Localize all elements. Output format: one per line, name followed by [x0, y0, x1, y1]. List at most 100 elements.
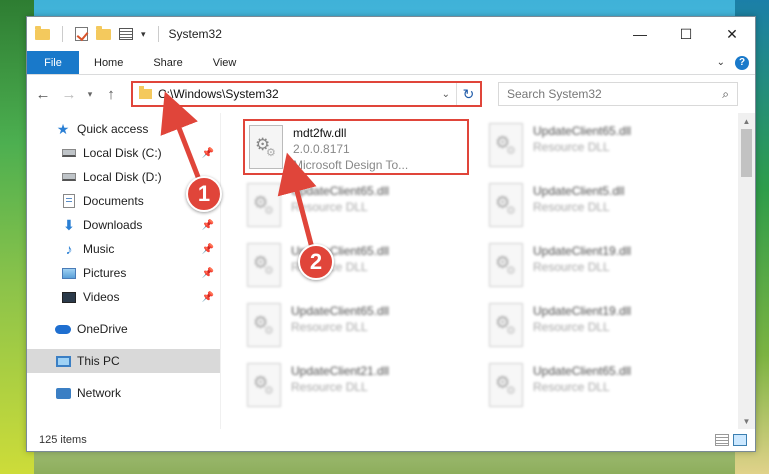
back-button[interactable]: ←	[33, 86, 53, 103]
dll-file-icon	[489, 183, 523, 227]
dll-file-icon	[247, 243, 281, 287]
toolbar-separator	[157, 26, 159, 42]
main-area: ★ Quick access Local Disk (C:) 📌 Local D…	[27, 113, 755, 429]
title-bar: ▾ System32 — ☐ ✕	[27, 17, 755, 51]
tiles-view-icon[interactable]	[733, 434, 747, 446]
pin-icon[interactable]: 📌	[202, 148, 214, 159]
forward-button[interactable]: →	[59, 86, 79, 103]
dll-file-icon	[489, 123, 523, 167]
file-item[interactable]: UpdateClient65.dll Resource DLL	[243, 179, 483, 235]
file-name: UpdateClient19.dll	[533, 244, 632, 258]
address-dropdown-icon[interactable]: ⌄	[442, 89, 450, 100]
file-item-mdt2fw[interactable]: mdt2fw.dll 2.0.0.8171 Microsoft Design T…	[243, 119, 469, 175]
pin-icon[interactable]: 📌	[202, 268, 214, 279]
search-box[interactable]: ⌕	[498, 82, 738, 106]
pin-icon[interactable]: 📌	[202, 244, 214, 255]
address-path[interactable]: C:\Windows\System32	[158, 87, 279, 101]
ribbon-tabs: File Home Share View ⌄ ?	[27, 51, 755, 75]
recent-locations-icon[interactable]: ▾	[85, 89, 95, 100]
file-type: Resource DLL	[291, 200, 368, 214]
file-name: UpdateClient65.dll	[533, 364, 632, 378]
pictures-icon	[62, 267, 76, 279]
file-type: Resource DLL	[291, 380, 368, 394]
sidebar-item-label: Music	[83, 242, 115, 256]
address-bar[interactable]: C:\Windows\System32 ⌄ ↻	[131, 81, 482, 107]
minimize-button[interactable]: —	[617, 17, 663, 51]
file-type: Resource DLL	[533, 260, 610, 274]
documents-icon	[63, 194, 75, 208]
file-item[interactable]: UpdateClient19.dll Resource DLL	[485, 239, 725, 295]
dll-file-icon	[247, 183, 281, 227]
file-item[interactable]: UpdateClient65.dll Resource DLL	[485, 119, 725, 175]
close-button[interactable]: ✕	[709, 17, 755, 51]
sidebar-item-music[interactable]: ♪ Music 📌	[27, 237, 220, 261]
maximize-button[interactable]: ☐	[663, 17, 709, 51]
network-icon	[55, 387, 71, 399]
file-item[interactable]: UpdateClient21.dll Resource DLL	[243, 359, 483, 415]
navigation-pane: ★ Quick access Local Disk (C:) 📌 Local D…	[27, 113, 221, 429]
file-item[interactable]: UpdateClient65.dll Resource DLL	[485, 359, 725, 415]
sidebar-item-label: Downloads	[83, 218, 143, 232]
search-icon[interactable]: ⌕	[722, 87, 729, 102]
scroll-up-icon[interactable]: ▲	[738, 113, 755, 129]
window-controls: — ☐ ✕	[617, 17, 755, 51]
sidebar-item-videos[interactable]: Videos 📌	[27, 285, 220, 309]
details-view-icon[interactable]	[715, 434, 729, 446]
sidebar-item-quick-access[interactable]: ★ Quick access	[27, 117, 220, 141]
file-item[interactable]: UpdateClient65.dll Resource DLL	[243, 299, 483, 355]
file-description: Microsoft Design To...	[293, 158, 409, 172]
dll-file-icon	[489, 363, 523, 407]
vertical-scrollbar[interactable]: ▲ ▼	[738, 113, 755, 429]
callout-badge-1: 1	[186, 176, 222, 212]
new-folder-icon[interactable]	[96, 25, 111, 40]
file-item[interactable]: UpdateClient65.dll Resource DLL	[243, 239, 483, 295]
navigation-bar: ← → ▾ ↑ C:\Windows\System32 ⌄ ↻ ⌕	[27, 75, 755, 113]
properties-check-icon[interactable]	[75, 27, 88, 41]
sidebar-item-onedrive[interactable]: OneDrive	[27, 317, 220, 341]
file-type: Resource DLL	[291, 320, 368, 334]
pin-icon[interactable]: 📌	[202, 292, 214, 303]
dll-file-icon	[489, 243, 523, 287]
file-name: UpdateClient65.dll	[533, 124, 632, 138]
customize-toolbar-icon[interactable]: ▾	[141, 29, 146, 40]
help-icon[interactable]: ?	[735, 55, 749, 70]
pin-icon[interactable]: 📌	[202, 220, 214, 231]
sidebar-item-label: Pictures	[83, 266, 127, 280]
tab-view[interactable]: View	[198, 51, 252, 74]
status-bar: 125 items	[27, 429, 755, 451]
scroll-down-icon[interactable]: ▼	[738, 413, 755, 429]
scroll-thumb[interactable]	[741, 129, 752, 177]
dll-file-icon	[249, 125, 283, 169]
tab-file[interactable]: File	[27, 51, 79, 74]
sidebar-item-label: OneDrive	[77, 322, 128, 336]
callout-badge-2: 2	[298, 244, 334, 280]
pc-icon	[55, 355, 71, 367]
file-type: Resource DLL	[533, 140, 610, 154]
sidebar-item-label: Quick access	[77, 122, 149, 136]
sidebar-item-network[interactable]: Network	[27, 381, 220, 405]
sidebar-item-label: Network	[77, 386, 122, 400]
sidebar-item-downloads[interactable]: ⬇ Downloads 📌	[27, 213, 220, 237]
file-type: Resource DLL	[533, 380, 610, 394]
file-name: UpdateClient19.dll	[533, 304, 632, 318]
file-item[interactable]: UpdateClient5.dll Resource DLL	[485, 179, 725, 235]
dll-file-icon	[489, 303, 523, 347]
up-button[interactable]: ↑	[101, 86, 121, 103]
sidebar-item-pictures[interactable]: Pictures 📌	[27, 261, 220, 285]
search-input[interactable]	[507, 87, 723, 101]
toolbar-separator	[62, 26, 63, 42]
cloud-icon	[55, 324, 71, 334]
expand-ribbon-icon[interactable]: ⌄	[717, 57, 725, 68]
file-item[interactable]: UpdateClient19.dll Resource DLL	[485, 299, 725, 355]
sidebar-item-this-pc[interactable]: This PC	[27, 349, 220, 373]
tab-home[interactable]: Home	[79, 51, 138, 74]
properties-icon[interactable]	[119, 28, 133, 40]
refresh-button[interactable]: ↻	[456, 83, 480, 105]
file-type: Resource DLL	[533, 320, 610, 334]
tab-share[interactable]: Share	[138, 51, 197, 74]
folder-icon[interactable]	[35, 25, 50, 40]
window-title: System32	[168, 27, 222, 41]
sidebar-item-local-disk-c[interactable]: Local Disk (C:) 📌	[27, 141, 220, 165]
disk-icon	[62, 173, 76, 181]
star-icon: ★	[56, 120, 70, 137]
